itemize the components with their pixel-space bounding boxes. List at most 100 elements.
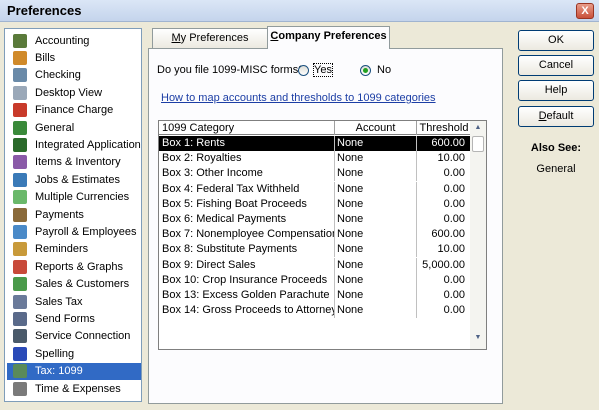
cell-account[interactable]: None bbox=[335, 181, 417, 197]
cell-threshold[interactable]: 0.00 bbox=[417, 212, 471, 227]
cell-threshold[interactable]: 600.00 bbox=[417, 227, 471, 243]
cell-category[interactable]: Box 10: Crop Insurance Proceeds bbox=[159, 272, 335, 288]
category-item[interactable]: Reports & Graphs bbox=[7, 258, 141, 275]
table-row[interactable]: Box 1: Rents None 600.00 bbox=[159, 136, 471, 151]
cell-account[interactable]: None bbox=[335, 212, 417, 227]
cell-category[interactable]: Box 6: Medical Payments bbox=[159, 212, 335, 227]
category-item[interactable]: Payroll & Employees bbox=[7, 223, 141, 240]
category-item[interactable]: Tax: 1099 bbox=[7, 362, 141, 380]
no-radio-label[interactable]: No bbox=[377, 64, 391, 76]
category-item[interactable]: Items & Inventory bbox=[7, 154, 141, 171]
cell-category[interactable]: Box 3: Other Income bbox=[159, 166, 335, 182]
table-row[interactable]: Box 3: Other Income None 0.00 bbox=[159, 166, 471, 182]
category-item[interactable]: Checking bbox=[7, 67, 141, 84]
cell-category[interactable]: Box 2: Royalties bbox=[159, 151, 335, 167]
cell-threshold[interactable]: 10.00 bbox=[417, 151, 471, 167]
cell-category[interactable]: Box 14: Gross Proceeds to Attorney bbox=[159, 303, 335, 319]
category-label: Finance Charge bbox=[35, 104, 114, 117]
category-item[interactable]: Accounting bbox=[7, 32, 141, 49]
category-table[interactable]: 1099 Category Account Threshold Box 1: R… bbox=[158, 120, 487, 350]
category-item[interactable]: Service Connection bbox=[7, 328, 141, 345]
cancel-button[interactable]: Cancel bbox=[518, 55, 594, 76]
sales-tax-icon bbox=[13, 294, 27, 309]
table-row[interactable]: Box 8: Substitute Payments None 10.00 bbox=[159, 242, 471, 258]
cell-threshold[interactable]: 0.00 bbox=[417, 166, 471, 182]
cell-threshold[interactable]: 0.00 bbox=[417, 272, 471, 288]
cell-category[interactable]: Box 1: Rents bbox=[159, 136, 335, 151]
tab-company-preferences[interactable]: Company Preferences bbox=[267, 26, 390, 49]
file-1099-question: Do you file 1099-MISC forms? bbox=[157, 64, 305, 76]
table-row[interactable]: Box 4: Federal Tax Withheld None 0.00 bbox=[159, 181, 471, 197]
ok-button[interactable]: OK bbox=[518, 30, 594, 51]
category-item[interactable]: Bills bbox=[7, 49, 141, 66]
multiple-currencies-icon bbox=[13, 190, 27, 205]
default-button[interactable]: Default bbox=[518, 106, 594, 127]
category-list[interactable]: Accounting Bills Checking Desktop View Finan… bbox=[4, 28, 142, 402]
table-row[interactable]: Box 10: Crop Insurance Proceeds None 0.00 bbox=[159, 272, 471, 288]
category-item[interactable]: Time & Expenses bbox=[7, 380, 141, 397]
table-row[interactable]: Box 9: Direct Sales None 5,000.00 bbox=[159, 257, 471, 273]
also-see-general-link[interactable]: General bbox=[518, 163, 594, 175]
cell-threshold[interactable]: 0.00 bbox=[417, 303, 471, 319]
column-header-threshold[interactable]: Threshold bbox=[417, 121, 471, 135]
cell-threshold[interactable]: 600.00 bbox=[417, 136, 471, 151]
cell-account[interactable]: None bbox=[335, 272, 417, 288]
cell-account[interactable]: None bbox=[335, 227, 417, 243]
cell-account[interactable]: None bbox=[335, 196, 417, 212]
cell-category[interactable]: Box 13: Excess Golden Parachute bbox=[159, 288, 335, 303]
title-bar[interactable]: Preferences X bbox=[0, 0, 599, 22]
cell-category[interactable]: Box 5: Fishing Boat Proceeds bbox=[159, 196, 335, 212]
cell-account[interactable]: None bbox=[335, 242, 417, 258]
table-row[interactable]: Box 7: Nonemployee Compensation None 600.0… bbox=[159, 227, 471, 243]
column-header-category[interactable]: 1099 Category bbox=[159, 121, 335, 135]
cell-category[interactable]: Box 7: Nonemployee Compensation bbox=[159, 227, 335, 243]
yes-radio-label[interactable]: Yes bbox=[313, 63, 333, 77]
default-button-mnemonic: D bbox=[538, 110, 547, 122]
close-button[interactable]: X bbox=[576, 3, 594, 19]
cell-account[interactable]: None bbox=[335, 303, 417, 319]
tab-my-preferences[interactable]: My Preferences bbox=[152, 28, 268, 48]
cell-threshold[interactable]: 10.00 bbox=[417, 242, 471, 258]
table-row[interactable]: Box 2: Royalties None 10.00 bbox=[159, 151, 471, 167]
cell-account[interactable]: None bbox=[335, 257, 417, 273]
cell-category[interactable]: Box 8: Substitute Payments bbox=[159, 242, 335, 258]
cell-threshold[interactable]: 5,000.00 bbox=[417, 257, 471, 273]
table-row[interactable]: Box 14: Gross Proceeds to Attorney None 0.… bbox=[159, 303, 471, 319]
category-item[interactable]: Spelling bbox=[7, 345, 141, 362]
category-item[interactable]: Jobs & Estimates bbox=[7, 171, 141, 188]
scroll-down-icon[interactable]: ▼ bbox=[470, 331, 486, 345]
cell-category[interactable]: Box 9: Direct Sales bbox=[159, 257, 335, 273]
table-scrollbar[interactable]: ▲ ▼ bbox=[470, 121, 486, 349]
category-label: Sales Tax bbox=[35, 295, 83, 308]
map-accounts-link[interactable]: How to map accounts and thresholds to 10… bbox=[161, 92, 436, 104]
table-row[interactable]: Box 6: Medical Payments None 0.00 bbox=[159, 212, 471, 227]
cell-category[interactable]: Box 4: Federal Tax Withheld bbox=[159, 181, 335, 197]
cell-account[interactable]: None bbox=[335, 136, 417, 151]
help-button[interactable]: Help bbox=[518, 80, 594, 101]
category-item[interactable]: Sales & Customers bbox=[7, 276, 141, 293]
category-item[interactable]: Payments bbox=[7, 206, 141, 223]
cell-account[interactable]: None bbox=[335, 288, 417, 303]
cell-account[interactable]: None bbox=[335, 166, 417, 182]
category-item[interactable]: Send Forms bbox=[7, 310, 141, 327]
table-row[interactable]: Box 13: Excess Golden Parachute None 0.00 bbox=[159, 288, 471, 303]
category-label: Items & Inventory bbox=[35, 156, 121, 169]
yes-radio[interactable] bbox=[298, 65, 309, 76]
category-item[interactable]: Multiple Currencies bbox=[7, 189, 141, 206]
bills-icon bbox=[13, 50, 27, 65]
category-item[interactable]: Desktop View bbox=[7, 84, 141, 101]
no-radio[interactable] bbox=[360, 65, 371, 76]
category-item[interactable]: Finance Charge bbox=[7, 102, 141, 119]
table-row[interactable]: Box 5: Fishing Boat Proceeds None 0.00 bbox=[159, 196, 471, 212]
category-item[interactable]: Sales Tax bbox=[7, 293, 141, 310]
cell-threshold[interactable]: 0.00 bbox=[417, 181, 471, 197]
cell-account[interactable]: None bbox=[335, 151, 417, 167]
cell-threshold[interactable]: 0.00 bbox=[417, 288, 471, 303]
cell-threshold[interactable]: 0.00 bbox=[417, 196, 471, 212]
column-header-account[interactable]: Account bbox=[335, 121, 417, 135]
category-item[interactable]: General bbox=[7, 119, 141, 136]
category-item[interactable]: Reminders bbox=[7, 241, 141, 258]
category-item[interactable]: Integrated Applications bbox=[7, 136, 141, 153]
scroll-thumb[interactable] bbox=[472, 136, 484, 152]
scroll-up-icon[interactable]: ▲ bbox=[470, 121, 486, 135]
